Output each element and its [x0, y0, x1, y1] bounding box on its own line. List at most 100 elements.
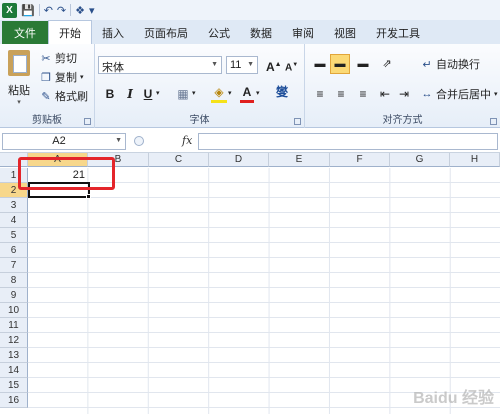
excel-icon: X	[2, 2, 17, 18]
increase-indent-icon[interactable]: ⇥	[395, 86, 413, 102]
undo-icon[interactable]: ↶	[44, 4, 53, 17]
row-header-3[interactable]: 3	[0, 198, 28, 213]
dialog-launcher-icon[interactable]	[294, 118, 301, 125]
tab-page-layout[interactable]: 页面布局	[134, 22, 198, 44]
ribbon-tabs: 文件 开始 插入 页面布局 公式 数据 审阅 视图 开发工具	[0, 20, 500, 44]
highlight-annotation	[18, 157, 115, 190]
row-header-16[interactable]: 16	[0, 393, 28, 408]
chevron-down-icon[interactable]: ▾	[89, 4, 95, 17]
alignment-group: ▬ ▬ ▬ ⇗ ≡ ≡ ≡ ⇤ ⇥ ↵ 自动换行 ↔ 合并后居中 ▾ 对齐方式	[305, 44, 500, 128]
brush-icon: ✎	[41, 90, 51, 103]
merge-center-button[interactable]: ↔ 合并后居中 ▾	[421, 86, 498, 102]
cell-grid[interactable]	[28, 168, 500, 414]
font-size-select[interactable]: 11 ▼	[226, 56, 258, 74]
row-header-8[interactable]: 8	[0, 273, 28, 288]
clipboard-group-label: 剪贴板	[32, 115, 62, 126]
quick-access-toolbar: X 💾 ↶ ↷ ❖ ▾	[0, 0, 500, 20]
phonetic-guide-button[interactable]: 燮	[273, 84, 291, 100]
grow-font-button[interactable]: A▲	[266, 57, 282, 75]
formula-bar: A2 ▼ fx	[0, 131, 500, 153]
customize-icon[interactable]: ❖	[75, 4, 85, 17]
merge-center-label: 合并后居中	[436, 89, 491, 101]
column-header-d[interactable]: D	[209, 153, 269, 167]
redo-icon[interactable]: ↷	[57, 4, 66, 17]
row-header-5[interactable]: 5	[0, 228, 28, 243]
insert-function-icon[interactable]: fx	[182, 134, 192, 147]
paste-button[interactable]: 粘贴 ▾	[4, 48, 34, 106]
save-icon[interactable]: 💾	[21, 4, 35, 17]
tab-formulas[interactable]: 公式	[198, 22, 240, 44]
tab-home[interactable]: 开始	[48, 20, 92, 44]
row-header-14[interactable]: 14	[0, 363, 28, 378]
align-center-icon[interactable]: ≡	[332, 86, 350, 102]
italic-button[interactable]: I	[123, 86, 137, 102]
tab-view[interactable]: 视图	[324, 22, 366, 44]
column-header-c[interactable]: C	[149, 153, 209, 167]
expand-handle[interactable]	[134, 136, 144, 146]
watermark: Baidu 经验	[413, 390, 494, 407]
clipboard-group: 粘贴 ▾ ✂ 剪切 ❐ 复制 ▾ ✎ 格式刷 剪贴板	[0, 44, 95, 128]
format-painter-label: 格式刷	[55, 91, 88, 103]
column-header-e[interactable]: E	[269, 153, 330, 167]
copy-icon: ❐	[41, 71, 51, 84]
row-header-9[interactable]: 9	[0, 288, 28, 303]
cut-label: 剪切	[55, 53, 77, 65]
dialog-launcher-icon[interactable]	[490, 118, 497, 125]
chevron-down-icon[interactable]: ▾	[156, 86, 160, 102]
chevron-down-icon: ▼	[115, 137, 122, 144]
chevron-down-icon[interactable]: ▾	[228, 86, 232, 102]
chevron-down-icon[interactable]: ▾	[256, 86, 260, 102]
align-middle-icon[interactable]: ▬	[330, 54, 350, 74]
column-header-h[interactable]: H	[450, 153, 500, 167]
chevron-down-icon: ▾	[17, 99, 21, 106]
dialog-launcher-icon[interactable]	[84, 118, 91, 125]
row-header-13[interactable]: 13	[0, 348, 28, 363]
row-header-12[interactable]: 12	[0, 333, 28, 348]
font-group-label: 字体	[189, 115, 210, 126]
copy-button[interactable]: ❐ 复制 ▾	[40, 69, 84, 85]
bold-button[interactable]: B	[103, 86, 117, 102]
merge-icon: ↔	[421, 88, 433, 100]
paste-label: 粘贴	[8, 85, 30, 97]
name-box[interactable]: A2 ▼	[2, 133, 126, 150]
row-header-15[interactable]: 15	[0, 378, 28, 393]
clipboard-icon	[8, 50, 30, 76]
chevron-down-icon[interactable]: ▾	[192, 86, 196, 102]
copy-label: 复制	[55, 72, 77, 84]
toolbar-divider	[38, 4, 40, 16]
tab-review[interactable]: 审阅	[282, 22, 324, 44]
column-header-f[interactable]: F	[330, 153, 390, 167]
tab-file[interactable]: 文件	[2, 21, 48, 44]
formula-input[interactable]	[198, 133, 498, 150]
chevron-down-icon: ▼	[211, 61, 218, 68]
chevron-down-icon: ▾	[80, 74, 84, 81]
font-group: 宋体 ▼ 11 ▼ A▲ A▼ B I U ▾ ▦ ▾ ◈ ▾ A ▾ 燮 字体	[95, 44, 305, 128]
tab-developer[interactable]: 开发工具	[366, 22, 430, 44]
underline-button[interactable]: U	[141, 86, 155, 102]
row-header-7[interactable]: 7	[0, 258, 28, 273]
format-painter-button[interactable]: ✎ 格式刷	[40, 88, 88, 104]
fill-color-icon[interactable]: ◈	[211, 84, 227, 103]
font-size-value: 11	[230, 59, 242, 71]
row-header-10[interactable]: 10	[0, 303, 28, 318]
align-right-icon[interactable]: ≡	[354, 86, 372, 102]
borders-icon[interactable]: ▦	[175, 86, 191, 102]
tab-insert[interactable]: 插入	[92, 22, 134, 44]
column-header-g[interactable]: G	[390, 153, 450, 167]
decrease-indent-icon[interactable]: ⇤	[376, 86, 394, 102]
shrink-font-button[interactable]: A▼	[285, 57, 298, 76]
font-color-button[interactable]: A	[240, 84, 254, 103]
row-header-4[interactable]: 4	[0, 213, 28, 228]
align-left-icon[interactable]: ≡	[311, 86, 329, 102]
tab-data[interactable]: 数据	[240, 22, 282, 44]
row-header-11[interactable]: 11	[0, 318, 28, 333]
fill-handle[interactable]	[86, 194, 91, 199]
font-name-select[interactable]: 宋体 ▼	[98, 56, 222, 74]
align-top-icon[interactable]: ▬	[311, 56, 329, 72]
name-box-value: A2	[52, 135, 66, 147]
row-header-6[interactable]: 6	[0, 243, 28, 258]
wrap-text-button[interactable]: ↵ 自动换行	[421, 56, 480, 72]
orientation-icon[interactable]: ⇗	[376, 56, 398, 72]
cut-button[interactable]: ✂ 剪切	[40, 50, 77, 66]
align-bottom-icon[interactable]: ▬	[354, 56, 372, 72]
